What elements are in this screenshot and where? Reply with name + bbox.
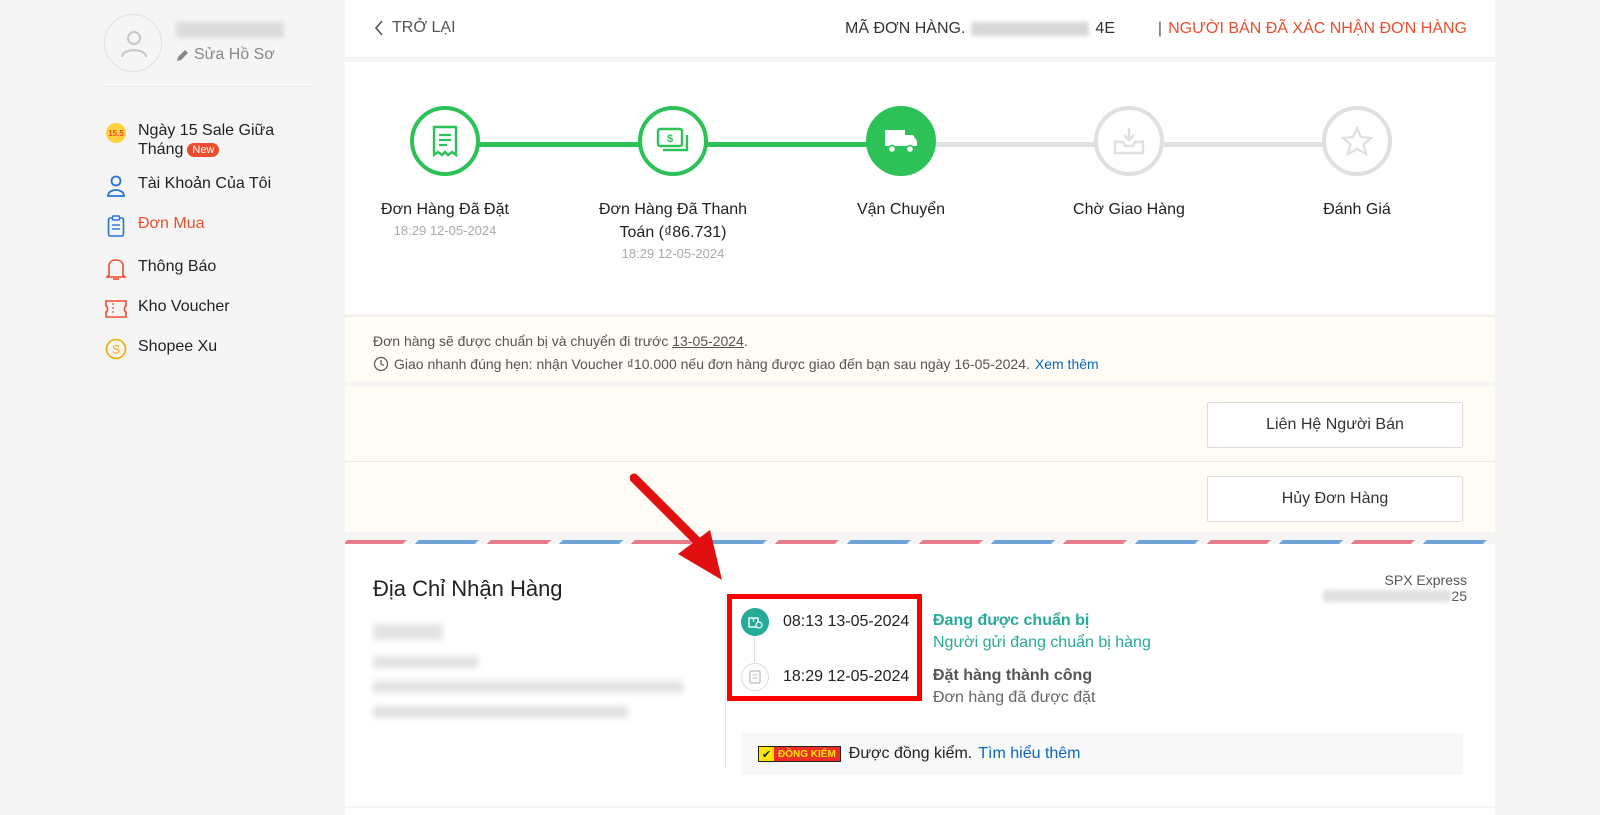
cancel-order-button[interactable]: Hủy Đơn Hàng — [1207, 476, 1463, 522]
actions-divider — [345, 461, 1495, 462]
order-id-blurred — [971, 22, 1090, 36]
edit-profile-label: Sửa Hồ Sơ — [194, 46, 275, 63]
sidebar-item-notifications[interactable]: Thông Báo — [104, 257, 288, 281]
step-shipping: Vận Chuyển — [811, 106, 991, 223]
sidebar-item-account[interactable]: Tài Khoản Của Tôi — [104, 174, 288, 198]
see-more-link[interactable]: Xem thêm — [1035, 356, 1099, 372]
avatar[interactable] — [104, 14, 162, 72]
co-inspection-text: Được đồng kiểm. — [848, 745, 973, 762]
inbox-download-icon — [1094, 106, 1164, 176]
chevron-left-icon — [374, 20, 383, 36]
co-inspection-badge: ✔ ĐỒNG KIỂM — [758, 746, 841, 762]
step-label: Đơn Hàng Đã Thanh Toán (₫86.731) — [598, 201, 748, 241]
timeline-desc: Người gửi đang chuẩn bị hàng — [933, 634, 1151, 651]
sidebar-item-label: Tài Khoản Của Tôi — [138, 175, 272, 192]
step-order-paid: $ Đơn Hàng Đã Thanh Toán (₫86.731) 18:29… — [583, 106, 763, 261]
step-label: Chờ Giao Hàng — [1073, 201, 1185, 218]
sidebar-item-label: Shopee Xu — [138, 338, 218, 355]
svg-text:S: S — [112, 343, 120, 357]
shipping-address-section: Địa Chỉ Nhận Hàng SPX Express 25 08:13 1… — [345, 544, 1495, 806]
shipping-notice: Đơn hàng sẽ được chuẩn bị và chuyển đi t… — [345, 316, 1495, 382]
username-blurred — [176, 22, 284, 38]
truck-icon — [866, 106, 936, 176]
new-badge: New — [187, 143, 220, 157]
step-awaiting-delivery: Chờ Giao Hàng — [1039, 106, 1219, 223]
svg-text:15.5: 15.5 — [108, 129, 124, 138]
sale-15-icon: 15.5 — [104, 121, 128, 145]
sidebar-item-sale[interactable]: 15.5 Ngày 15 Sale Giữa Tháng New — [104, 121, 288, 159]
checkmark-icon: ✔ — [759, 747, 774, 761]
order-detail-card: TRỞ LẠI MÃ ĐƠN HÀNG. 4E | NGƯỜI BÁN ĐÃ X… — [345, 0, 1495, 815]
address-line-blurred — [373, 706, 628, 718]
notice-line-1: Đơn hàng sẽ được chuẩn bị và chuyển đi t… — [373, 333, 748, 349]
order-actions: Liên Hệ Người Bán Hủy Đơn Hàng — [345, 386, 1495, 532]
step-label: Vận Chuyển — [856, 201, 946, 218]
timeline-divider — [725, 592, 726, 768]
sidebar: Sửa Hồ Sơ 15.5 Ngày 15 Sale Giữa Tháng Ne… — [0, 0, 345, 815]
money-icon: $ — [638, 106, 708, 176]
order-stepper: Đơn Hàng Đã Đặt 18:29 12-05-2024 $ Đơn H… — [345, 62, 1495, 314]
next-section — [345, 808, 1495, 815]
carrier-name: SPX Express — [1384, 572, 1467, 588]
sidebar-item-voucher[interactable]: Kho Voucher — [104, 297, 288, 321]
bell-icon — [104, 257, 128, 281]
star-icon — [1322, 106, 1392, 176]
step-label: Đơn Hàng Đã Đặt — [381, 201, 509, 218]
timeline-desc: Đơn hàng đã được đặt — [933, 689, 1096, 706]
clock-refresh-icon — [373, 356, 389, 372]
step-time: 18:29 12-05-2024 — [393, 223, 497, 238]
pencil-icon — [177, 49, 188, 61]
voucher-icon — [104, 297, 128, 321]
tracking-number: 25 — [1323, 588, 1467, 604]
sidebar-divider — [104, 86, 314, 87]
receipt-icon — [410, 106, 480, 176]
order-status-text: NGƯỜI BÁN ĐÃ XÁC NHẬN ĐƠN HÀNG — [1168, 20, 1467, 37]
user-icon — [104, 174, 128, 198]
order-id: MÃ ĐƠN HÀNG. 4E — [845, 20, 1115, 38]
header-separator: | — [1157, 20, 1162, 37]
order-id-suffix: 4E — [1095, 20, 1115, 37]
notice-line-2: Giao nhanh đúng hẹn: nhận Voucher ₫10.00… — [373, 356, 1099, 372]
timeline-title: Đang được chuẩn bị — [933, 612, 1090, 629]
recipient-name-blurred — [373, 624, 443, 640]
recipient-phone-blurred — [373, 656, 478, 668]
step-label: Đánh Giá — [1323, 201, 1391, 218]
user-placeholder-icon — [121, 31, 147, 58]
carrier-info: SPX Express 25 — [1323, 572, 1467, 604]
coin-icon: S — [104, 337, 128, 361]
highlight-box — [727, 594, 922, 701]
clipboard-icon — [104, 214, 128, 238]
order-header: TRỞ LẠI MÃ ĐƠN HÀNG. 4E | NGƯỜI BÁN ĐÃ X… — [345, 0, 1495, 58]
back-button[interactable]: TRỞ LẠI — [374, 19, 456, 37]
step-order-placed: Đơn Hàng Đã Đặt 18:29 12-05-2024 — [355, 106, 535, 238]
address-title: Địa Chỉ Nhận Hàng — [373, 576, 563, 601]
svg-text:$: $ — [667, 133, 673, 145]
red-arrow-annotation — [630, 473, 722, 580]
sidebar-item-coins[interactable]: S Shopee Xu — [104, 337, 288, 361]
sidebar-item-label: Thông Báo — [138, 258, 217, 275]
step-review: Đánh Giá — [1267, 106, 1447, 223]
sidebar-item-label: Đơn Mua — [138, 215, 205, 232]
timeline-title: Đặt hàng thành công — [933, 667, 1093, 684]
order-id-label: MÃ ĐƠN HÀNG. — [845, 20, 966, 37]
address-line-blurred — [373, 681, 683, 693]
contact-seller-button[interactable]: Liên Hệ Người Bán — [1207, 402, 1463, 448]
co-inspection-banner: ✔ ĐỒNG KIỂM Được đồng kiểm. Tìm hiểu thê… — [742, 733, 1463, 775]
back-label: TRỞ LẠI — [392, 19, 456, 36]
step-time: 18:29 12-05-2024 — [621, 246, 725, 261]
sidebar-item-label: Kho Voucher — [138, 298, 230, 315]
ship-by-date: 13-05-2024 — [672, 333, 744, 349]
sidebar-item-orders[interactable]: Đơn Mua — [104, 214, 288, 238]
edit-profile-link[interactable]: Sửa Hồ Sơ — [176, 46, 306, 64]
learn-more-link[interactable]: Tìm hiểu thêm — [978, 745, 1080, 763]
